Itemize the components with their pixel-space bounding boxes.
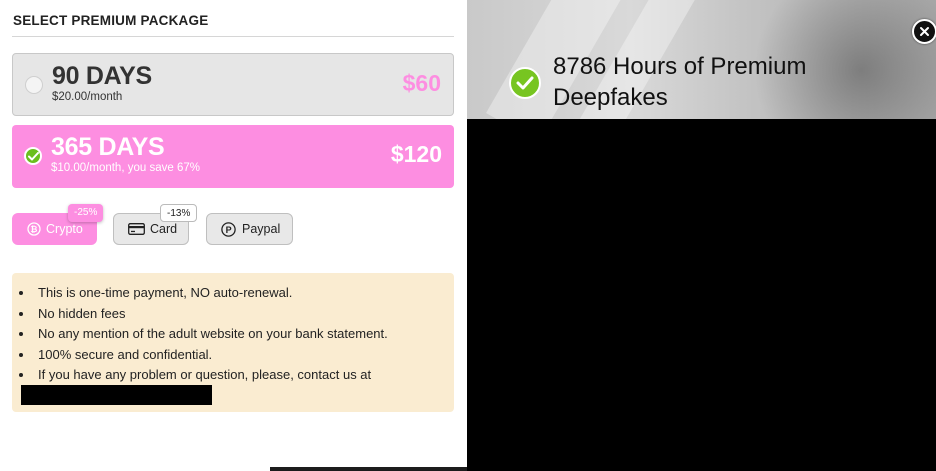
package-price: $60	[402, 70, 441, 96]
credit-card-icon	[128, 223, 145, 235]
radio-unchecked-icon[interactable]	[25, 76, 43, 94]
svg-text:₿: ₿	[31, 224, 38, 234]
list-item: No hidden fees	[19, 304, 388, 325]
promo-panel: 8786 Hours of Premium Deepfakes	[467, 0, 936, 471]
package-title: 90 DAYS	[52, 62, 152, 90]
discount-badge: -13%	[160, 204, 198, 222]
page-title: SELECT PREMIUM PACKAGE	[13, 13, 209, 28]
list-item: 100% secure and confidential.	[19, 345, 388, 366]
close-icon[interactable]	[912, 19, 936, 44]
package-panel: SELECT PREMIUM PACKAGE 90 DAYS $20.00/mo…	[0, 0, 467, 471]
divider	[270, 467, 467, 471]
promo-headline: 8786 Hours of Premium Deepfakes	[553, 53, 807, 111]
pay-method-label: Crypto	[46, 222, 83, 236]
list-item: This is one-time payment, NO auto-renewa…	[19, 283, 388, 304]
promo-image: 8786 Hours of Premium Deepfakes	[467, 0, 936, 119]
package-price: $120	[390, 141, 442, 167]
package-option-90-days[interactable]: 90 DAYS $20.00/month $60	[12, 53, 454, 116]
package-monthly-price: $20.00/month	[52, 91, 123, 103]
list-item: No any mention of the adult website on y…	[19, 324, 388, 345]
discount-badge: -25%	[68, 204, 104, 222]
check-circle-icon	[509, 67, 541, 99]
svg-text:P: P	[226, 224, 232, 234]
radio-checked-icon[interactable]	[24, 147, 42, 165]
pay-method-label: Card	[150, 222, 178, 236]
package-monthly-price: $10.00/month, you save 67%	[51, 162, 200, 174]
pay-paypal-button[interactable]: P Paypal	[206, 213, 293, 245]
bitcoin-icon: ₿	[27, 222, 41, 236]
package-title: 365 DAYS	[51, 133, 165, 161]
package-option-365-days[interactable]: 365 DAYS $10.00/month, you save 67% $120	[12, 125, 454, 188]
list-item: If you have any problem or question, ple…	[19, 365, 388, 386]
pay-method-label: Paypal	[242, 222, 281, 236]
redacted-contact	[21, 385, 212, 405]
divider	[12, 36, 454, 37]
payment-notes: This is one-time payment, NO auto-renewa…	[12, 273, 454, 412]
paypal-icon: P	[221, 221, 236, 237]
